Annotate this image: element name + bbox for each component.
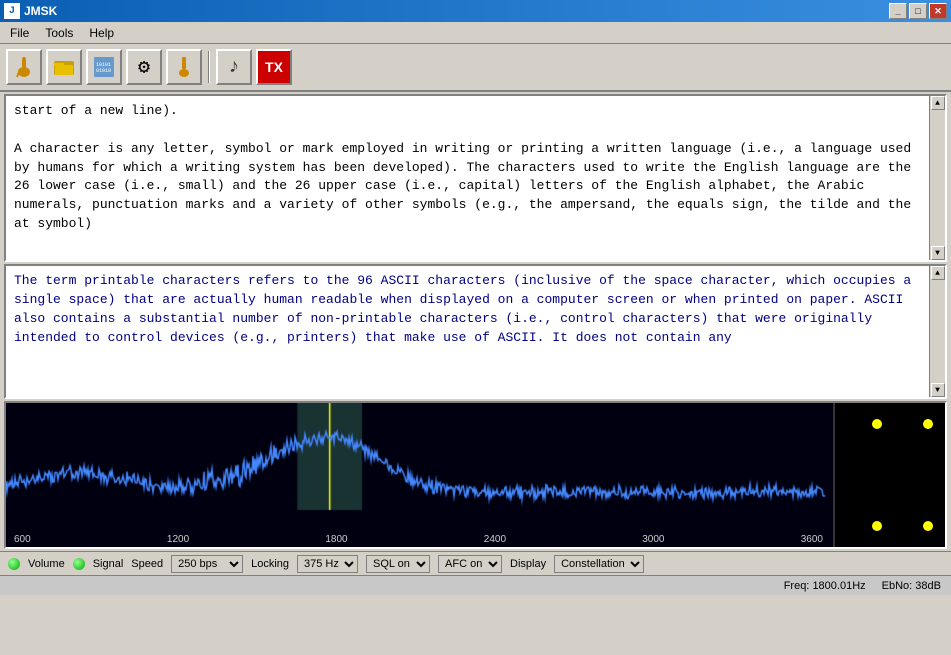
wf-cell-0-0 xyxy=(839,407,865,441)
minimize-button[interactable]: _ xyxy=(889,3,907,19)
brush-button[interactable] xyxy=(166,49,202,85)
menu-tools[interactable]: Tools xyxy=(37,22,81,43)
menu-file[interactable]: File xyxy=(2,22,37,43)
app-icon: J xyxy=(4,3,20,19)
ebno-value: 38dB xyxy=(915,580,941,592)
music-icon: ♪ xyxy=(228,56,240,79)
display-label: Display xyxy=(510,558,546,570)
signal-led xyxy=(73,558,85,570)
signal-label: Signal xyxy=(93,558,124,570)
wf-cell-2-3 xyxy=(916,475,942,509)
freq-label-600: 600 xyxy=(14,534,31,545)
wf-cell-3-0 xyxy=(839,509,865,543)
ebno-label: EbNo: 38dB xyxy=(882,580,941,592)
text-area-2-content: The term printable characters refers to … xyxy=(6,266,945,397)
waterfall-display xyxy=(833,403,945,547)
tx-button[interactable]: TX xyxy=(256,49,292,85)
freq-label-text: Freq: xyxy=(784,580,810,592)
text-area-2-container: The term printable characters refers to … xyxy=(4,264,947,399)
toolbar-separator xyxy=(208,51,210,83)
wf-cell-0-3 xyxy=(916,407,942,441)
tx-icon: TX xyxy=(265,59,283,75)
freq-label-2400: 2400 xyxy=(484,534,506,545)
spectrum-area: 600 1200 1800 2400 3000 3600 xyxy=(4,401,947,549)
wf-dot xyxy=(872,521,882,531)
close-button[interactable]: ✕ xyxy=(929,3,947,19)
afc-select[interactable]: AFC on AFC off xyxy=(438,555,502,573)
freq-label-1800: 1800 xyxy=(325,534,347,545)
wf-cell-2-2 xyxy=(890,475,916,509)
wf-cell-1-2 xyxy=(890,441,916,475)
toolbar: 101 010 01 10 ⚙ ♪ TX xyxy=(0,44,951,92)
wf-cell-1-3 xyxy=(916,441,942,475)
spectrum-main[interactable]: 600 1200 1800 2400 3000 3600 xyxy=(6,403,833,547)
wf-dot xyxy=(872,419,882,429)
wf-cell-0-2 xyxy=(890,407,916,441)
wf-cell-1-1 xyxy=(865,441,891,475)
scroll-up-arrow-2[interactable]: ▲ xyxy=(931,266,945,280)
wf-cell-3-2 xyxy=(890,509,916,543)
freq-label: Freq: 1800.01Hz xyxy=(784,580,866,592)
wf-cell-3-3 xyxy=(916,509,942,543)
gear-icon: ⚙ xyxy=(138,54,150,80)
freq-label-3000: 3000 xyxy=(642,534,664,545)
speed-label: Speed xyxy=(131,558,163,570)
text-area-2[interactable]: The term printable characters refers to … xyxy=(4,264,947,399)
scroll-up-arrow[interactable]: ▲ xyxy=(931,96,945,110)
display-select[interactable]: Constellation Waterfall Spectrum xyxy=(554,555,644,573)
broom-icon xyxy=(12,55,36,79)
spectrum-labels: 600 1200 1800 2400 3000 3600 xyxy=(6,534,833,545)
locking-label: Locking xyxy=(251,558,289,570)
title-bar-title: JMSK xyxy=(24,4,57,18)
scrollbar-1[interactable]: ▲ ▼ xyxy=(929,96,945,260)
scroll-down-arrow-2[interactable]: ▼ xyxy=(931,383,945,397)
wf-cell-3-1 xyxy=(865,509,891,543)
text-area-1-container: start of a new line). A character is any… xyxy=(4,94,947,262)
title-bar-left: J JMSK xyxy=(4,3,57,19)
wf-dot xyxy=(923,419,933,429)
wf-cell-1-0 xyxy=(839,441,865,475)
speed-select[interactable]: 250 bps 500 bps 1000 bps xyxy=(171,555,243,573)
scroll-down-arrow[interactable]: ▼ xyxy=(931,246,945,260)
volume-label: Volume xyxy=(28,558,65,570)
svg-text:10: 10 xyxy=(105,68,111,74)
audio-button[interactable]: ♪ xyxy=(216,49,252,85)
scrollbar-2[interactable]: ▲ ▼ xyxy=(929,266,945,397)
text-area-1-content: start of a new line). A character is any… xyxy=(6,96,945,260)
binary-button[interactable]: 101 010 01 10 xyxy=(86,49,122,85)
freq-label-1200: 1200 xyxy=(167,534,189,545)
brush-icon xyxy=(172,55,196,79)
binary-icon: 101 010 01 10 xyxy=(92,55,116,79)
text-area-1[interactable]: start of a new line). A character is any… xyxy=(4,94,947,262)
wf-cell-2-0 xyxy=(839,475,865,509)
status-bar: Volume Signal Speed 250 bps 500 bps 1000… xyxy=(0,551,951,575)
freq-bar: Freq: 1800.01Hz EbNo: 38dB xyxy=(0,575,951,595)
spectrum-canvas xyxy=(6,403,826,528)
menu-bar: File Tools Help xyxy=(0,22,951,44)
freq-value: 1800.01Hz xyxy=(812,580,865,592)
open-folder-icon xyxy=(52,55,76,79)
volume-led xyxy=(8,558,20,570)
wf-cell-2-1 xyxy=(865,475,891,509)
svg-text:010: 010 xyxy=(96,68,105,74)
title-bar-buttons: _ □ ✕ xyxy=(889,3,947,19)
clear-button[interactable] xyxy=(6,49,42,85)
open-button[interactable] xyxy=(46,49,82,85)
sql-select[interactable]: SQL on SQL off xyxy=(366,555,430,573)
ebno-label-text: EbNo: xyxy=(882,580,913,592)
menu-help[interactable]: Help xyxy=(81,22,122,43)
wf-dot xyxy=(923,521,933,531)
title-bar: J JMSK _ □ ✕ xyxy=(0,0,951,22)
settings-button[interactable]: ⚙ xyxy=(126,49,162,85)
freq-label-3600: 3600 xyxy=(801,534,823,545)
maximize-button[interactable]: □ xyxy=(909,3,927,19)
locking-select[interactable]: 375 Hz 750 Hz xyxy=(297,555,358,573)
wf-cell-0-1 xyxy=(865,407,891,441)
